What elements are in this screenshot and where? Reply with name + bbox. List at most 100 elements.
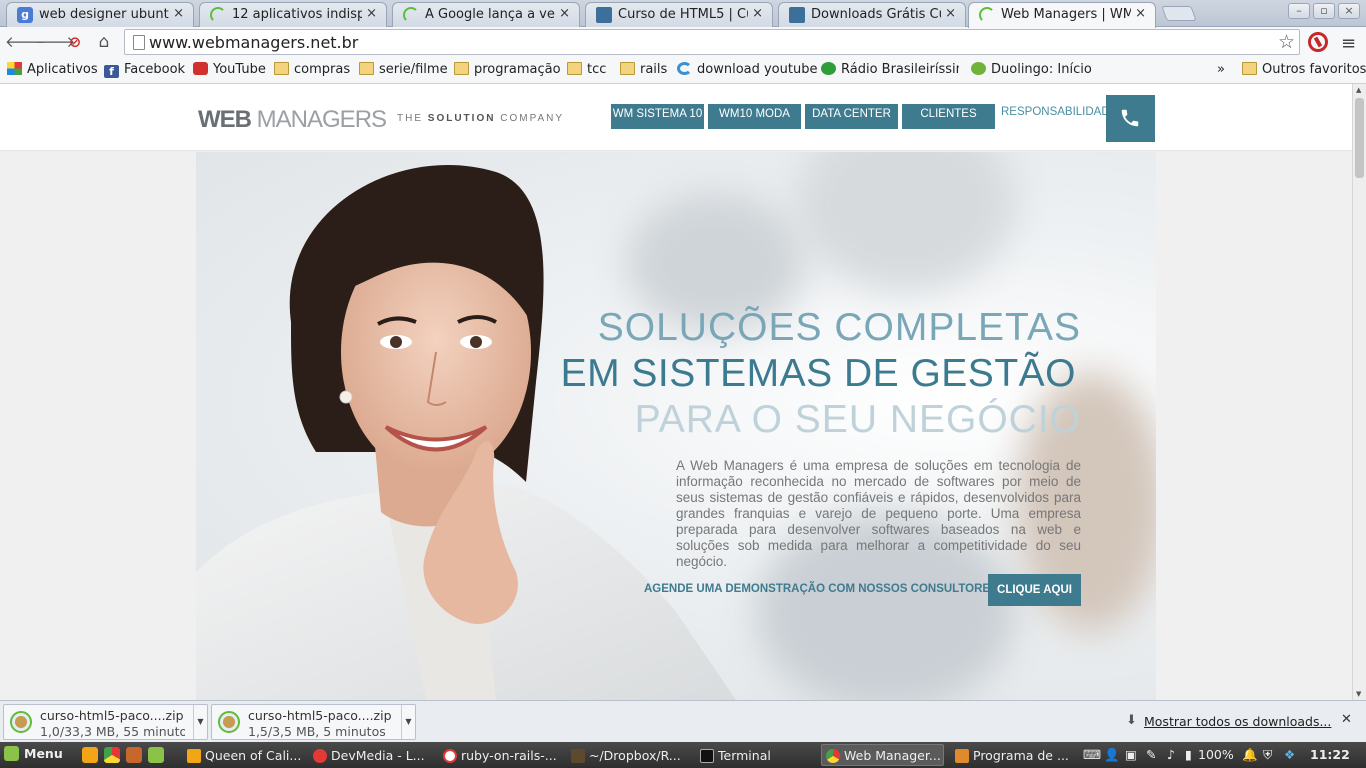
browser-tab[interactable]: Curso de HTML5 | Curs × xyxy=(585,2,773,27)
tab-close-icon[interactable]: × xyxy=(752,6,763,21)
start-menu-label: Menu xyxy=(24,746,63,761)
chevron-down-icon[interactable]: ▼ xyxy=(193,705,207,739)
tab-close-icon[interactable]: × xyxy=(945,6,956,21)
taskbar-window[interactable]: Terminal xyxy=(695,744,818,766)
bookmark-folder-tcc[interactable]: tcc xyxy=(567,62,606,77)
taskbar-clock[interactable]: 11:22 xyxy=(1310,747,1350,762)
files-launcher-icon[interactable] xyxy=(148,747,164,763)
url-input[interactable] xyxy=(149,32,1249,52)
bookmark-facebook[interactable]: f Facebook xyxy=(104,62,185,78)
dropbox-icon[interactable]: ❖ xyxy=(1284,747,1295,762)
browser-menu-icon[interactable]: ≡ xyxy=(1341,33,1356,54)
forward-arrow-icon[interactable]: 🡒 xyxy=(35,32,75,52)
battery-icon[interactable]: ▮ xyxy=(1185,747,1192,762)
hero-banner: SOLUÇÕES COMPLETAS EM SISTEMAS DE GESTÃO… xyxy=(196,152,1156,700)
chrome-icon xyxy=(313,749,327,763)
bookmark-label: compras xyxy=(294,62,351,77)
cta-click-here-button[interactable]: CLIQUE AQUI xyxy=(988,574,1081,606)
bookmark-other-favorites[interactable]: Outros favoritos xyxy=(1242,62,1366,77)
minimize-window-button[interactable]: – xyxy=(1288,3,1310,19)
address-bar[interactable]: ☆ xyxy=(124,29,1300,55)
pen-icon[interactable]: ✎ xyxy=(1146,747,1156,762)
scroll-down-icon[interactable]: ▼ xyxy=(1356,690,1361,698)
bookmark-folder-serie-filme[interactable]: serie/filme xyxy=(359,62,448,77)
start-menu-button[interactable]: Menu xyxy=(4,746,63,761)
bookmark-label: serie/filme xyxy=(379,62,448,77)
download-arrow-icon: ⬇ xyxy=(1126,713,1137,728)
taskbar-window[interactable]: DevMedia - L... xyxy=(308,744,431,766)
browser-tab-active[interactable]: Web Managers | WM10 × xyxy=(968,2,1156,28)
show-all-downloads-link[interactable]: Mostrar todos os downloads... xyxy=(1144,714,1331,729)
close-icon[interactable]: ✕ xyxy=(1341,712,1352,727)
bookmark-star-icon[interactable]: ☆ xyxy=(1278,31,1295,53)
close-window-button[interactable]: × xyxy=(1338,3,1360,19)
bookmark-duolingo[interactable]: Duolingo: Início xyxy=(971,62,1092,77)
bookmark-youtube[interactable]: YouTube xyxy=(193,62,266,77)
taskbar-window-active[interactable]: Web Manager... xyxy=(821,744,944,766)
browser-tab[interactable]: A Google lança a versã × xyxy=(392,2,580,27)
nav-responsabilidade[interactable]: RESPONSABILIDADE xyxy=(1001,106,1117,118)
mint-logo-icon xyxy=(4,746,19,761)
taskbar-window[interactable]: ~/Dropbox/R... xyxy=(566,744,689,766)
taskbar-window[interactable]: ruby-on-rails-... xyxy=(438,744,561,766)
stop-icon[interactable]: ⊘ xyxy=(65,32,85,52)
scrollbar-thumb[interactable] xyxy=(1355,98,1364,178)
cta-demo-text[interactable]: AGENDE UMA DEMONSTRAÇÃO COM NOSSOS CONSU… xyxy=(644,583,998,595)
bookmark-folder-programacao[interactable]: programação xyxy=(454,62,561,77)
tab-close-icon[interactable]: × xyxy=(1135,6,1146,21)
zip-package-icon xyxy=(218,711,240,733)
back-arrow-icon[interactable]: 🡐 xyxy=(5,32,45,52)
tab-close-icon[interactable]: × xyxy=(173,6,184,21)
scroll-up-icon[interactable]: ▲ xyxy=(1356,86,1361,94)
bookmark-download-youtube[interactable]: download youtube xyxy=(677,62,817,77)
download-item[interactable]: curso-html5-paco....zip 1,5/3,5 MB, 5 mi… xyxy=(211,704,416,740)
keyboard-icon[interactable]: ⌨ xyxy=(1083,747,1101,762)
browser-tab[interactable]: 12 aplicativos indispen × xyxy=(199,2,387,27)
taskbar-window[interactable]: Programa de ... xyxy=(950,744,1073,766)
site-logo[interactable]: WEB MANAGERS xyxy=(198,106,387,134)
tab-title: A Google lança a versã xyxy=(425,7,555,22)
browser-tab[interactable]: g web designer ubuntu - × xyxy=(6,2,194,27)
window-label: Queen of Cali... xyxy=(205,748,302,763)
bookmark-apps[interactable]: Aplicativos xyxy=(7,62,98,77)
nav-wm-sistema-10[interactable]: WM SISTEMA 10 xyxy=(611,104,704,129)
tab-close-icon[interactable]: × xyxy=(366,6,377,21)
chevron-down-icon[interactable]: ▼ xyxy=(401,705,415,739)
hero-headline-line1: SOLUÇÕES COMPLETAS xyxy=(597,306,1081,349)
tab-title: Downloads Grátis Curso xyxy=(811,7,941,22)
site-tagline: THE SOLUTION COMPANY xyxy=(397,113,564,124)
download-filename: curso-html5-paco....zip xyxy=(40,708,184,723)
editor-icon xyxy=(443,749,457,763)
chrome-launcher-icon[interactable] xyxy=(104,747,120,763)
bookmark-radio[interactable]: Rádio Brasileiríssimo xyxy=(821,62,959,77)
bookmark-folder-rails[interactable]: rails xyxy=(620,62,667,77)
battery-level: 100% xyxy=(1198,747,1234,762)
notification-bell-icon[interactable]: 🔔 xyxy=(1242,747,1258,763)
user-icon[interactable]: 👤 xyxy=(1104,747,1120,763)
maximize-window-button[interactable]: ▫ xyxy=(1313,3,1335,19)
shield-icon[interactable]: ⛨ xyxy=(1263,747,1272,763)
bookmark-folder-compras[interactable]: compras xyxy=(274,62,350,77)
nav-wm10-moda[interactable]: WM10 MODA xyxy=(708,104,801,129)
taskbar-window[interactable]: Queen of Cali... xyxy=(182,744,305,766)
adblock-extension-icon[interactable] xyxy=(1308,32,1328,52)
music-icon[interactable]: ♪ xyxy=(1167,747,1175,762)
home-icon[interactable]: ⌂ xyxy=(94,32,114,52)
sublime-launcher-icon[interactable] xyxy=(126,747,142,763)
bookmark-label: tcc xyxy=(587,62,607,77)
download-status: 1,0/33,3 MB, 55 minutos xyxy=(40,724,185,739)
nav-clientes[interactable]: CLIENTES xyxy=(902,104,995,129)
site-header: WEB MANAGERS THE SOLUTION COMPANY WM SIS… xyxy=(0,84,1352,151)
browser-tab[interactable]: Downloads Grátis Curso × xyxy=(778,2,966,27)
phone-contact-button[interactable] xyxy=(1106,95,1155,142)
page-scrollbar[interactable]: ▲ ▼ xyxy=(1352,84,1366,700)
nav-data-center[interactable]: DATA CENTER xyxy=(805,104,898,129)
bookmark-label: download youtube xyxy=(697,62,818,77)
browser-launcher-icon[interactable] xyxy=(82,747,98,763)
bookmark-label: programação xyxy=(474,62,561,77)
download-item[interactable]: curso-html5-paco....zip 1,0/33,3 MB, 55 … xyxy=(3,704,208,740)
new-tab-button[interactable] xyxy=(1161,6,1197,21)
bookmarks-overflow-button[interactable]: » xyxy=(1217,62,1225,77)
clipboard-icon[interactable]: ▣ xyxy=(1125,747,1137,762)
tab-close-icon[interactable]: × xyxy=(559,6,570,21)
